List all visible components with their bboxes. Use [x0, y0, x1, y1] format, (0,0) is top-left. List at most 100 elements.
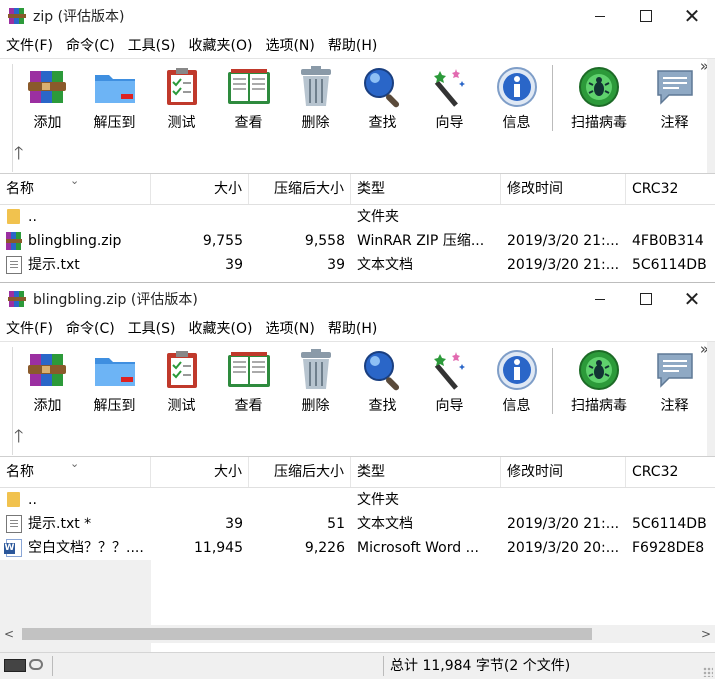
status-bar: 总计 11,984 字节(2 个文件) — [0, 652, 715, 679]
table-row[interactable]: blingbling.zip 9,755 9,558 WinRAR ZIP 压缩… — [0, 229, 715, 253]
toolbar-scrollbar[interactable] — [707, 342, 715, 456]
col-name[interactable]: 名称 ⌄ — [0, 174, 151, 204]
magnifier-icon — [361, 65, 405, 109]
view-button[interactable]: 查看 — [215, 61, 282, 135]
col-packed-size[interactable]: 压缩后大小 — [249, 457, 351, 487]
menu-help[interactable]: 帮助(H) — [328, 318, 377, 338]
status-total-text: 总计 11,984 字节(2 个文件) — [390, 658, 571, 674]
scan-virus-button[interactable]: 扫描病毒 — [557, 344, 641, 418]
info-button[interactable]: 信息 — [483, 344, 550, 418]
col-name[interactable]: 名称 ⌄ — [0, 457, 151, 487]
horizontal-scrollbar[interactable]: < > — [0, 625, 715, 643]
menu-bar: 文件(F) 命令(C) 工具(S) 收藏夹(O) 选项(N) 帮助(H) — [0, 315, 715, 341]
comment-button[interactable]: 注释 — [641, 61, 708, 135]
up-arrow-icon[interactable]: 🡑 — [14, 141, 23, 171]
file-list: .. 文件夹 blingbling.zip 9,755 9,558 WinRAR… — [0, 205, 715, 277]
sort-chevron-icon: ⌄ — [70, 174, 80, 187]
window-title: zip (评估版本) — [33, 9, 125, 25]
info-icon — [495, 65, 539, 109]
wizard-button[interactable]: 向导 — [416, 61, 483, 135]
menu-options[interactable]: 选项(N) — [265, 35, 314, 55]
menu-commands[interactable]: 命令(C) — [66, 35, 115, 55]
title-bar[interactable]: zip (评估版本) ✕ — [0, 0, 715, 32]
delete-button[interactable]: 删除 — [282, 344, 349, 418]
up-arrow-icon[interactable]: 🡑 — [14, 424, 23, 454]
col-size[interactable]: 大小 — [151, 457, 249, 487]
magic-wand-icon — [428, 348, 472, 392]
scan-virus-button[interactable]: 扫描病毒 — [557, 61, 641, 135]
menu-favorites[interactable]: 收藏夹(O) — [189, 318, 253, 338]
table-row[interactable]: 提示.txt 39 39 文本文档 2019/3/20 21:... 5C611… — [0, 253, 715, 277]
wizard-button[interactable]: 向导 — [416, 344, 483, 418]
test-clipboard-icon — [160, 348, 204, 392]
col-crc32[interactable]: CRC32 — [626, 457, 715, 487]
winrar-app-icon — [8, 290, 26, 308]
menu-options[interactable]: 选项(N) — [265, 318, 314, 338]
virus-scan-icon — [577, 65, 621, 109]
menu-file[interactable]: 文件(F) — [6, 318, 53, 338]
key-icon[interactable] — [29, 659, 43, 670]
scroll-left-icon[interactable]: < — [0, 625, 18, 643]
find-button[interactable]: 查找 — [349, 344, 416, 418]
extract-to-button[interactable]: 解压到 — [81, 344, 148, 418]
view-book-icon — [227, 65, 271, 109]
table-row[interactable]: .. 文件夹 — [0, 205, 715, 229]
virus-scan-icon — [577, 348, 621, 392]
col-crc32[interactable]: CRC32 — [626, 174, 715, 204]
maximize-button[interactable] — [623, 0, 669, 32]
table-row[interactable]: 提示.txt * 39 51 文本文档 2019/3/20 21:... 5C6… — [0, 512, 715, 536]
comment-bubble-icon — [653, 348, 697, 392]
window-title: blingbling.zip (评估版本) — [33, 292, 198, 308]
toolbar: 添加 解压到 测试 查看 删除 查找 向导 信息 扫描病毒 注释 » 🡑 — [0, 57, 715, 174]
info-button[interactable]: 信息 — [483, 61, 550, 135]
menu-tools[interactable]: 工具(S) — [128, 35, 176, 55]
table-row[interactable]: .. 文件夹 — [0, 488, 715, 512]
add-button[interactable]: 添加 — [14, 344, 81, 418]
col-type[interactable]: 类型 — [351, 457, 501, 487]
close-button[interactable]: ✕ — [669, 0, 715, 32]
file-list: .. 文件夹 提示.txt * 39 51 文本文档 2019/3/20 21:… — [0, 488, 715, 679]
menu-tools[interactable]: 工具(S) — [128, 318, 176, 338]
col-type[interactable]: 类型 — [351, 174, 501, 204]
menu-favorites[interactable]: 收藏夹(O) — [189, 35, 253, 55]
add-archive-icon — [26, 65, 70, 109]
winrar-app-icon — [8, 7, 26, 25]
delete-button[interactable]: 删除 — [282, 61, 349, 135]
col-modified[interactable]: 修改时间 — [501, 457, 626, 487]
col-size[interactable]: 大小 — [151, 174, 249, 204]
add-button[interactable]: 添加 — [14, 61, 81, 135]
test-button[interactable]: 测试 — [148, 344, 215, 418]
trash-can-icon — [294, 65, 338, 109]
comment-bubble-icon — [653, 65, 697, 109]
table-row[interactable]: 空白文档？？？.... 11,945 9,226 Microsoft Word … — [0, 536, 715, 560]
col-packed-size[interactable]: 压缩后大小 — [249, 174, 351, 204]
menu-file[interactable]: 文件(F) — [6, 35, 53, 55]
extract-folder-icon — [93, 348, 137, 392]
scroll-right-icon[interactable]: > — [697, 625, 715, 643]
info-icon — [495, 348, 539, 392]
test-button[interactable]: 测试 — [148, 61, 215, 135]
close-button[interactable]: ✕ — [669, 283, 715, 315]
extract-folder-icon — [93, 65, 137, 109]
scrollbar-thumb[interactable] — [22, 628, 592, 640]
menu-commands[interactable]: 命令(C) — [66, 318, 115, 338]
minimize-button[interactable] — [577, 283, 623, 315]
find-button[interactable]: 查找 — [349, 61, 416, 135]
comment-button[interactable]: 注释 — [641, 344, 708, 418]
sort-chevron-icon: ⌄ — [70, 457, 80, 470]
maximize-button[interactable] — [623, 283, 669, 315]
toolbar-scrollbar[interactable] — [707, 59, 715, 173]
magic-wand-icon — [428, 65, 472, 109]
winrar-window-blingbling: blingbling.zip (评估版本) ✕ 文件(F) 命令(C) 工具(S… — [0, 282, 715, 679]
minimize-button[interactable] — [577, 0, 623, 32]
menu-help[interactable]: 帮助(H) — [328, 35, 377, 55]
menu-bar: 文件(F) 命令(C) 工具(S) 收藏夹(O) 选项(N) 帮助(H) — [0, 32, 715, 58]
extract-to-button[interactable]: 解压到 — [81, 61, 148, 135]
title-bar[interactable]: blingbling.zip (评估版本) ✕ — [0, 283, 715, 315]
view-button[interactable]: 查看 — [215, 344, 282, 418]
column-header: 名称 ⌄ 大小 压缩后大小 类型 修改时间 CRC32 — [0, 457, 715, 488]
resize-grip-icon[interactable] — [703, 667, 713, 677]
drive-icon[interactable] — [4, 659, 26, 672]
winrar-window-zip: zip (评估版本) ✕ 文件(F) 命令(C) 工具(S) 收藏夹(O) 选项… — [0, 0, 715, 280]
col-modified[interactable]: 修改时间 — [501, 174, 626, 204]
